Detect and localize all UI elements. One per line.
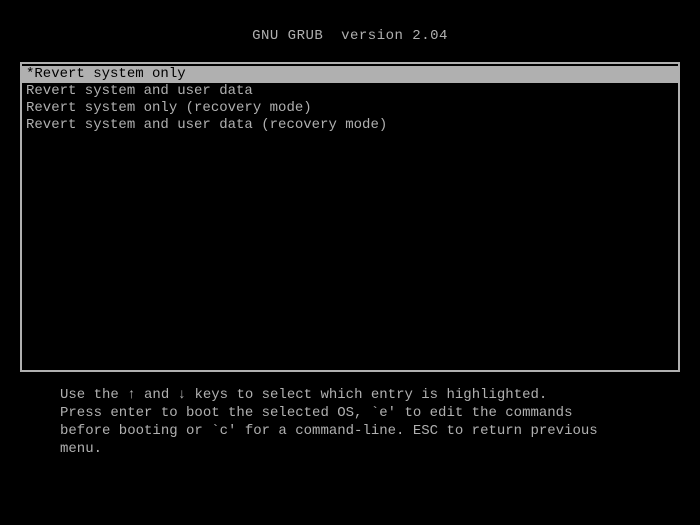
boot-menu-item[interactable]: *Revert system only <box>22 66 678 83</box>
down-arrow-icon: ↓ <box>178 386 186 404</box>
help-text: Use the ↑ and ↓ keys to select which ent… <box>60 386 640 458</box>
boot-menu-item[interactable]: Revert system and user data <box>22 83 678 100</box>
title-app: GNU GRUB <box>252 28 323 44</box>
title-version: version 2.04 <box>341 28 448 44</box>
boot-menu-item[interactable]: Revert system only (recovery mode) <box>22 100 678 117</box>
grub-title: GNU GRUB version 2.04 <box>0 0 700 62</box>
up-arrow-icon: ↑ <box>127 386 135 404</box>
boot-menu-item[interactable]: Revert system and user data (recovery mo… <box>22 117 678 134</box>
boot-menu[interactable]: *Revert system only Revert system and us… <box>20 62 680 372</box>
